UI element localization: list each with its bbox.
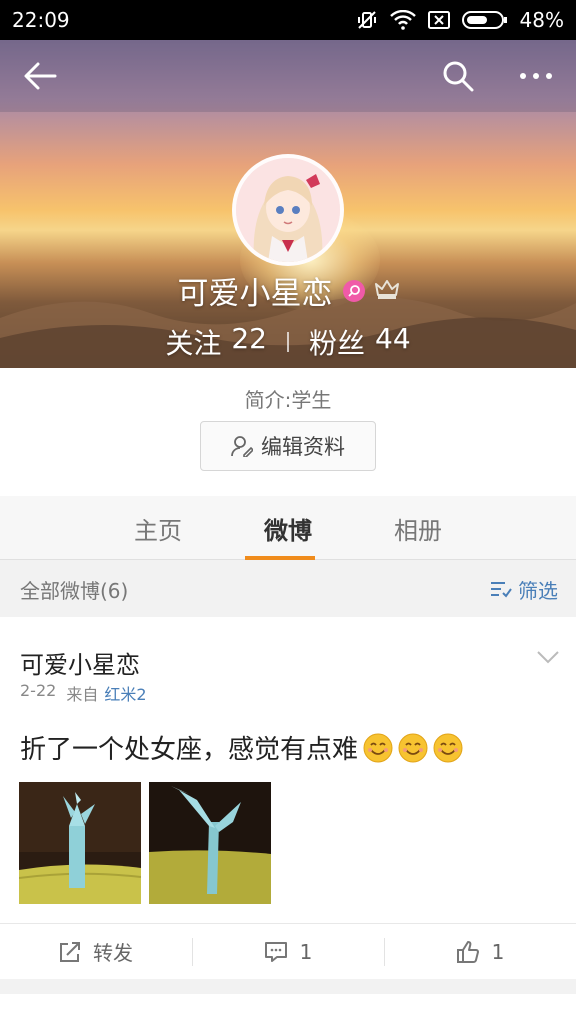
- post-author[interactable]: 可爱小星恋: [20, 645, 140, 680]
- post-action-bar: 转发 1 1: [0, 923, 576, 979]
- verified-badge-icon[interactable]: [342, 279, 365, 302]
- profile-name-row: 可爱小星恋: [0, 268, 576, 313]
- filter-button-label: 筛选: [518, 578, 558, 603]
- repost-label: 转发: [93, 941, 133, 965]
- edit-profile-button[interactable]: 编辑资料: [200, 421, 376, 471]
- tab-album[interactable]: 相册: [383, 496, 453, 560]
- thumbs-up-icon: [456, 940, 479, 963]
- post-source-prefix: 来自: [66, 685, 99, 704]
- profile-intro: 简介:学生 编辑资料: [0, 368, 576, 496]
- smile-emoji-icon: [433, 733, 463, 762]
- member-crown-icon[interactable]: [374, 278, 399, 304]
- tab-home[interactable]: 主页: [123, 496, 193, 560]
- battery-percent: 48%: [519, 8, 564, 32]
- back-button[interactable]: [20, 56, 60, 96]
- smile-emoji-icon: [398, 733, 428, 762]
- all-posts-count: 全部微博(6): [20, 578, 129, 603]
- wifi-icon: [389, 10, 416, 30]
- search-icon: [443, 61, 474, 92]
- post-date: 2-22: [20, 681, 57, 700]
- profile-name: 可爱小星恋: [177, 276, 333, 312]
- profile-header: 可爱小星恋 关注 22 粉丝 44: [0, 40, 576, 368]
- status-icons: 48%: [356, 8, 564, 32]
- profile-tabs: 主页 微博 相册: [0, 496, 576, 560]
- avatar[interactable]: [232, 154, 344, 266]
- filter-bar: 全部微博(6) 筛选: [0, 561, 576, 617]
- like-count: 1: [491, 939, 505, 964]
- post-card[interactable]: 可爱小星恋 2-22 来自 红米2 折了一个处女座，感觉有点难 转发 1 1: [0, 617, 576, 979]
- filter-icon: [491, 582, 512, 598]
- chevron-down-icon: [537, 651, 559, 664]
- post-content: 折了一个处女座，感觉有点难: [20, 729, 463, 766]
- status-time: 22:09: [12, 8, 70, 32]
- next-post-card-edge: [0, 994, 576, 1024]
- more-button[interactable]: [516, 56, 556, 96]
- battery-icon: [461, 10, 508, 30]
- smile-emoji-icon: [363, 733, 393, 762]
- profile-bio: 简介:学生: [244, 388, 332, 412]
- post-image-1[interactable]: [19, 782, 141, 904]
- repost-button[interactable]: 转发: [0, 924, 192, 979]
- share-icon: [60, 941, 80, 962]
- filter-button[interactable]: 筛选: [490, 575, 558, 604]
- followers-label: 粉丝: [309, 327, 366, 360]
- post-meta: 2-22 来自 红米2: [20, 681, 147, 705]
- vibrate-off-icon: [356, 9, 378, 31]
- stats-divider: [287, 332, 289, 352]
- followers-count: 44: [375, 322, 411, 355]
- edit-profile-label: 编辑资料: [261, 435, 345, 459]
- post-text: 折了一个处女座，感觉有点难: [20, 735, 359, 765]
- paper-origami-photo-1: [19, 782, 141, 904]
- like-button[interactable]: 1: [384, 924, 576, 979]
- comment-button[interactable]: 1: [192, 924, 384, 979]
- paper-origami-photo-2: [149, 782, 271, 904]
- edit-user-icon: [231, 436, 253, 457]
- profile-stats: 关注 22 粉丝 44: [0, 322, 576, 362]
- following-label: 关注: [165, 327, 222, 360]
- back-arrow-icon: [24, 62, 57, 90]
- tab-weibo[interactable]: 微博: [245, 496, 323, 560]
- comment-count: 1: [299, 939, 313, 964]
- status-bar: 22:09 48%: [0, 0, 576, 40]
- top-navigation-bar: [0, 40, 576, 112]
- comment-icon: [264, 941, 287, 962]
- more-dots-icon: [520, 73, 552, 79]
- no-sim-icon: [427, 10, 450, 30]
- post-source[interactable]: 红米2: [104, 681, 146, 705]
- following-count: 22: [231, 322, 267, 355]
- followers-stat[interactable]: 粉丝 44: [309, 322, 411, 362]
- post-menu-button[interactable]: [536, 649, 560, 668]
- post-image-2[interactable]: [149, 782, 271, 904]
- anime-girl-avatar-image: [236, 158, 340, 262]
- search-button[interactable]: [438, 56, 478, 96]
- following-stat[interactable]: 关注 22: [165, 322, 267, 362]
